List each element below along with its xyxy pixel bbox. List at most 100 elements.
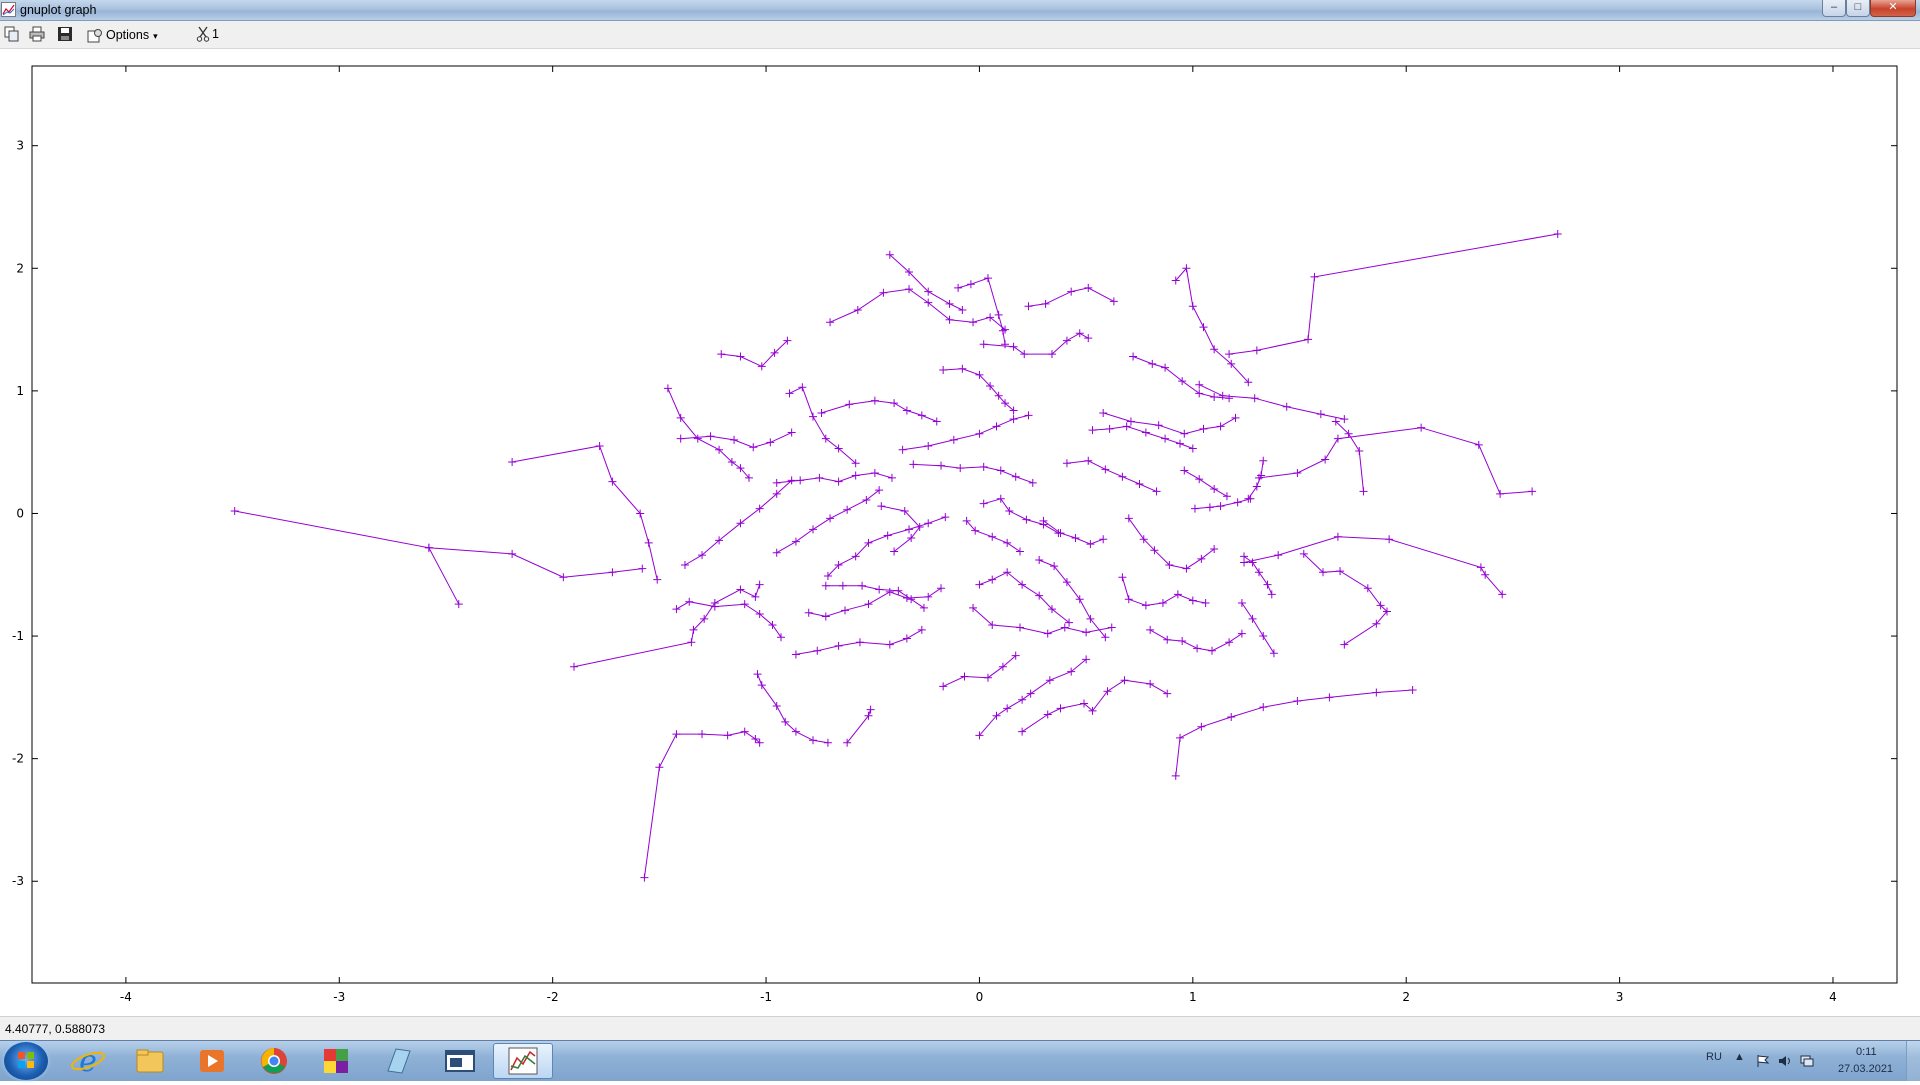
data-point [1041, 299, 1050, 308]
series-line [573, 584, 761, 668]
series-line [1149, 629, 1243, 652]
data-point [757, 681, 766, 690]
series-line [1303, 553, 1388, 646]
data-point [853, 305, 862, 314]
clock-time[interactable]: 0:11 [1856, 1046, 1877, 1058]
data-point [994, 310, 1003, 319]
chrome-icon[interactable] [244, 1043, 304, 1079]
data-point [1252, 346, 1261, 355]
scissors-icon[interactable] [195, 26, 211, 42]
data-point [885, 640, 894, 649]
x-tick-label: -1 [760, 990, 772, 1004]
data-point [843, 505, 852, 514]
data-point [1129, 352, 1138, 361]
data-point [508, 549, 517, 558]
data-point [1188, 302, 1197, 311]
data-point [791, 537, 800, 546]
print-icon[interactable] [29, 26, 45, 42]
series-line [1335, 421, 1364, 492]
window-titlebar[interactable]: gnuplot graph – □ ✕ [0, 0, 1920, 21]
data-point [706, 432, 715, 441]
data-point [919, 603, 928, 612]
volume-icon[interactable] [1778, 1054, 1792, 1068]
data-point [960, 672, 969, 681]
status-bar: 4.40777, 0.588073 [0, 1016, 1920, 1040]
data-point [1195, 380, 1204, 389]
minimize-button[interactable]: – [1822, 0, 1846, 17]
data-point [1237, 629, 1246, 638]
data-point [1193, 644, 1202, 653]
data-point [937, 584, 946, 593]
data-point [838, 581, 847, 590]
data-point [1035, 556, 1044, 565]
data-point [817, 408, 826, 417]
data-point [766, 438, 775, 447]
data-point [954, 283, 963, 292]
data-point [730, 435, 739, 444]
data-point [1086, 540, 1095, 549]
data-point [1199, 424, 1208, 433]
data-point [885, 587, 894, 596]
close-button[interactable]: ✕ [1870, 0, 1916, 17]
data-point [1252, 482, 1261, 491]
data-point [1293, 469, 1302, 478]
data-point [939, 366, 948, 375]
file-explorer-icon[interactable] [120, 1043, 180, 1079]
data-point [595, 442, 604, 451]
maximize-button[interactable]: □ [1846, 0, 1870, 17]
series-line [1066, 460, 1157, 492]
data-point [1372, 688, 1381, 697]
data-point [687, 638, 696, 647]
gnuplot-icon[interactable] [493, 1043, 553, 1079]
data-point [864, 600, 873, 609]
save-icon[interactable] [57, 26, 73, 42]
data-point [1001, 340, 1010, 349]
data-point [1011, 472, 1020, 481]
data-point [983, 673, 992, 682]
console-app-icon[interactable] [430, 1043, 490, 1079]
data-point [1336, 567, 1345, 576]
data-point [1254, 568, 1263, 577]
tray-expand-icon[interactable]: ▲ [1734, 1051, 1745, 1063]
data-point [949, 435, 958, 444]
data-point [902, 406, 911, 415]
options-button[interactable]: Options ▾ [83, 25, 162, 45]
data-point [979, 462, 988, 471]
flag-icon[interactable] [1756, 1054, 1770, 1068]
data-point [785, 389, 794, 398]
clock-date[interactable]: 27.03.2021 [1838, 1063, 1893, 1075]
series-line [1258, 427, 1533, 495]
windows-start-icon[interactable] [4, 1042, 48, 1080]
plot-canvas[interactable]: -4 -3 -2 -1 0 1 2 3 4 -3 -2 -1 0 1 2 3 [0, 48, 1920, 1016]
data-point [1152, 487, 1161, 496]
data-point [1043, 710, 1052, 719]
data-point [1141, 601, 1150, 610]
media-player-icon[interactable] [182, 1043, 242, 1079]
data-point [640, 873, 649, 882]
data-point [945, 299, 954, 308]
data-point [655, 763, 664, 772]
data-point [887, 473, 896, 482]
data-point [941, 513, 950, 522]
data-point [998, 326, 1007, 335]
series-line [825, 585, 925, 609]
data-point [753, 670, 762, 679]
data-point [680, 560, 689, 569]
copy-icon[interactable] [4, 26, 20, 42]
data-point [798, 383, 807, 392]
network-icon[interactable] [1800, 1054, 1814, 1068]
show-desktop-button[interactable] [1906, 1041, 1920, 1081]
language-indicator[interactable]: RU [1706, 1051, 1722, 1063]
data-point [975, 429, 984, 438]
data-point [1009, 415, 1018, 424]
series-line [1021, 679, 1168, 733]
colorful-app-icon[interactable] [306, 1043, 366, 1079]
data-point [996, 466, 1005, 475]
series-line [983, 332, 1089, 355]
series-line [1184, 470, 1228, 497]
data-point [808, 412, 817, 421]
data-point [1274, 551, 1283, 560]
notepad-icon[interactable] [368, 1043, 428, 1079]
data-point [939, 682, 948, 691]
internet-explorer-icon[interactable]: e [58, 1043, 118, 1079]
